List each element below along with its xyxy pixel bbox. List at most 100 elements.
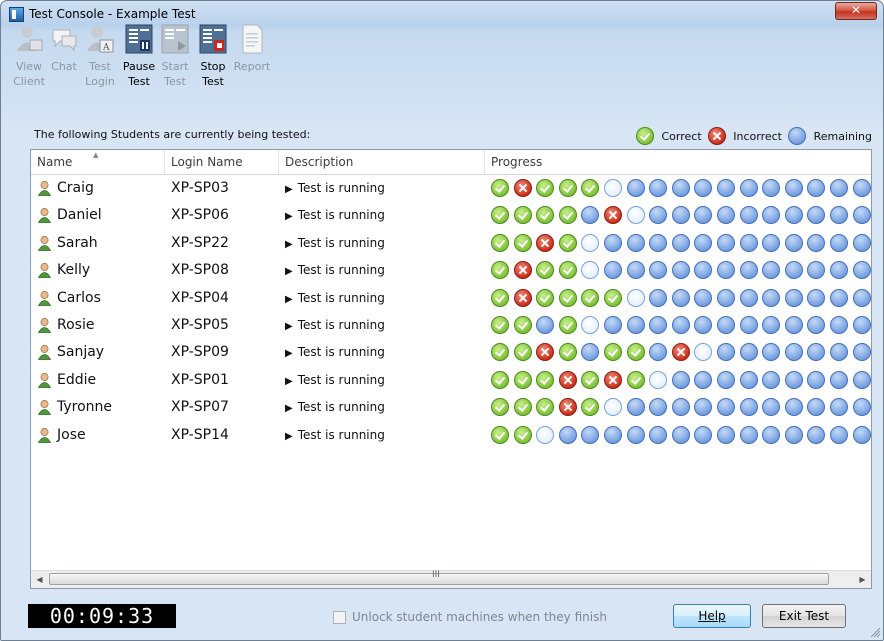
correct-icon <box>513 233 532 252</box>
student-name: Carlos <box>57 289 101 306</box>
help-button[interactable]: Help <box>673 604 751 628</box>
remaining-icon <box>603 261 622 280</box>
status-text: Test is running <box>297 400 385 415</box>
toolbar-button-label: Chat <box>44 59 84 74</box>
table-row[interactable]: Eddie XP-SP01 ▶ Test is running <box>31 367 871 394</box>
student-icon <box>37 263 52 279</box>
remaining-icon <box>671 398 690 417</box>
incorrect-icon <box>558 370 577 389</box>
table-row[interactable]: Sanjay XP-SP09 ▶ Test is running <box>31 339 871 366</box>
correct-icon <box>626 343 645 362</box>
legend: Correct Incorrect Remaining <box>635 127 872 145</box>
correct-icon <box>513 370 532 389</box>
toolbar-button-start-test[interactable]: Start Test <box>155 22 195 120</box>
remaining-icon <box>784 425 803 444</box>
remaining-icon <box>649 425 668 444</box>
correct-icon <box>626 370 645 389</box>
toolbar-button-view-client[interactable]: View Client <box>9 22 49 120</box>
student-name: Jose <box>57 426 86 443</box>
column-header-name[interactable]: ▲ Name <box>31 150 165 174</box>
correct-icon <box>603 288 622 307</box>
progress-indicator <box>491 233 871 254</box>
scrollbar-thumb[interactable]: III <box>49 570 829 585</box>
table-row[interactable]: Kelly XP-SP08 ▶ Test is running <box>31 257 871 284</box>
progress-indicator <box>491 288 871 309</box>
remaining-icon <box>716 206 735 225</box>
incorrect-icon <box>536 233 555 252</box>
info-text: The following Students are currently bei… <box>34 128 311 141</box>
remaining-icon <box>739 288 758 307</box>
student-icon <box>37 318 52 333</box>
toolbar-button-pause-test[interactable]: Pause Test <box>119 22 159 120</box>
toolbar-label-line2: Client <box>13 75 45 88</box>
toolbar-label-line1: Stop <box>200 60 226 73</box>
remaining-icon <box>716 315 735 334</box>
current-question-icon <box>581 315 600 334</box>
student-login: XP-SP09 <box>171 344 229 361</box>
correct-icon <box>491 288 509 307</box>
remaining-icon <box>852 315 871 334</box>
remaining-icon <box>671 288 690 307</box>
student-icon <box>37 345 52 361</box>
exit-test-button[interactable]: Exit Test <box>762 604 846 628</box>
play-icon: ▶ <box>285 430 293 442</box>
resize-grip-icon[interactable] <box>871 628 881 638</box>
toolbar-button-stop-test[interactable]: Stop Test <box>193 22 233 120</box>
correct-icon <box>558 179 577 197</box>
toolbar-button-chat[interactable]: Chat <box>44 22 84 120</box>
remaining-icon <box>762 233 781 252</box>
student-status: ▶ Test is running <box>285 230 385 257</box>
status-text: Test is running <box>297 345 385 360</box>
remaining-icon <box>807 288 826 307</box>
students-list[interactable]: ▲ Name Login Name Description Progress C… <box>30 149 872 589</box>
table-row[interactable]: Sarah XP-SP22 ▶ Test is running <box>31 230 871 257</box>
remaining-icon <box>739 206 758 225</box>
column-header-login[interactable]: Login Name <box>165 150 279 174</box>
progress-indicator <box>491 261 871 281</box>
remaining-icon <box>716 261 735 280</box>
remaining-icon <box>762 288 781 307</box>
correct-icon <box>491 206 509 225</box>
table-row[interactable]: Jose XP-SP14 ▶ Test is running <box>31 422 871 449</box>
toolbar-button-test-login[interactable]: A Test Login <box>80 22 120 120</box>
incorrect-icon <box>671 343 690 362</box>
remaining-icon <box>649 398 668 417</box>
table-row[interactable]: Rosie XP-SP05 ▶ Test is running <box>31 312 871 339</box>
table-row[interactable]: Craig XP-SP03 ▶ Test is running <box>31 175 871 202</box>
unlock-checkbox[interactable] <box>333 610 346 624</box>
remaining-icon <box>762 343 781 362</box>
table-row[interactable]: Carlos XP-SP04 ▶ Test is running <box>31 285 871 312</box>
horizontal-scrollbar[interactable]: ◀ III ▶ <box>31 570 871 588</box>
table-row[interactable]: Daniel XP-SP06 ▶ Test is running <box>31 202 871 229</box>
close-button[interactable]: ✕ <box>835 2 877 20</box>
remaining-icon <box>829 288 848 307</box>
chat-icon <box>50 24 78 54</box>
test-login-icon: A <box>86 24 114 54</box>
student-login: XP-SP22 <box>171 234 229 251</box>
toolbar-label-line2: Test <box>202 75 224 88</box>
remaining-icon <box>762 425 781 444</box>
correct-icon <box>513 206 532 225</box>
scroll-right-icon[interactable]: ▶ <box>854 571 871 588</box>
toolbar-button-label: Start Test <box>155 59 195 89</box>
remaining-icon <box>852 179 871 197</box>
play-icon: ▶ <box>285 320 293 332</box>
correct-icon <box>513 425 532 444</box>
remaining-icon <box>626 425 645 444</box>
column-header-progress[interactable]: Progress <box>485 150 871 174</box>
remaining-icon <box>716 370 735 389</box>
remaining-icon <box>762 206 781 225</box>
status-text: Test is running <box>297 317 385 332</box>
remaining-icon <box>671 233 690 252</box>
unlock-label: Unlock student machines when they finish <box>352 610 607 624</box>
student-name: Sanjay <box>57 344 105 361</box>
scroll-left-icon[interactable]: ◀ <box>31 571 48 588</box>
correct-icon <box>581 398 600 417</box>
remaining-icon <box>649 288 668 307</box>
column-header-description[interactable]: Description <box>279 150 485 174</box>
remaining-icon <box>739 398 758 417</box>
remaining-icon <box>671 206 690 225</box>
toolbar-button-report[interactable]: Report <box>232 22 272 120</box>
remaining-icon <box>784 315 803 334</box>
table-row[interactable]: Tyronne XP-SP07 ▶ Test is running <box>31 394 871 421</box>
